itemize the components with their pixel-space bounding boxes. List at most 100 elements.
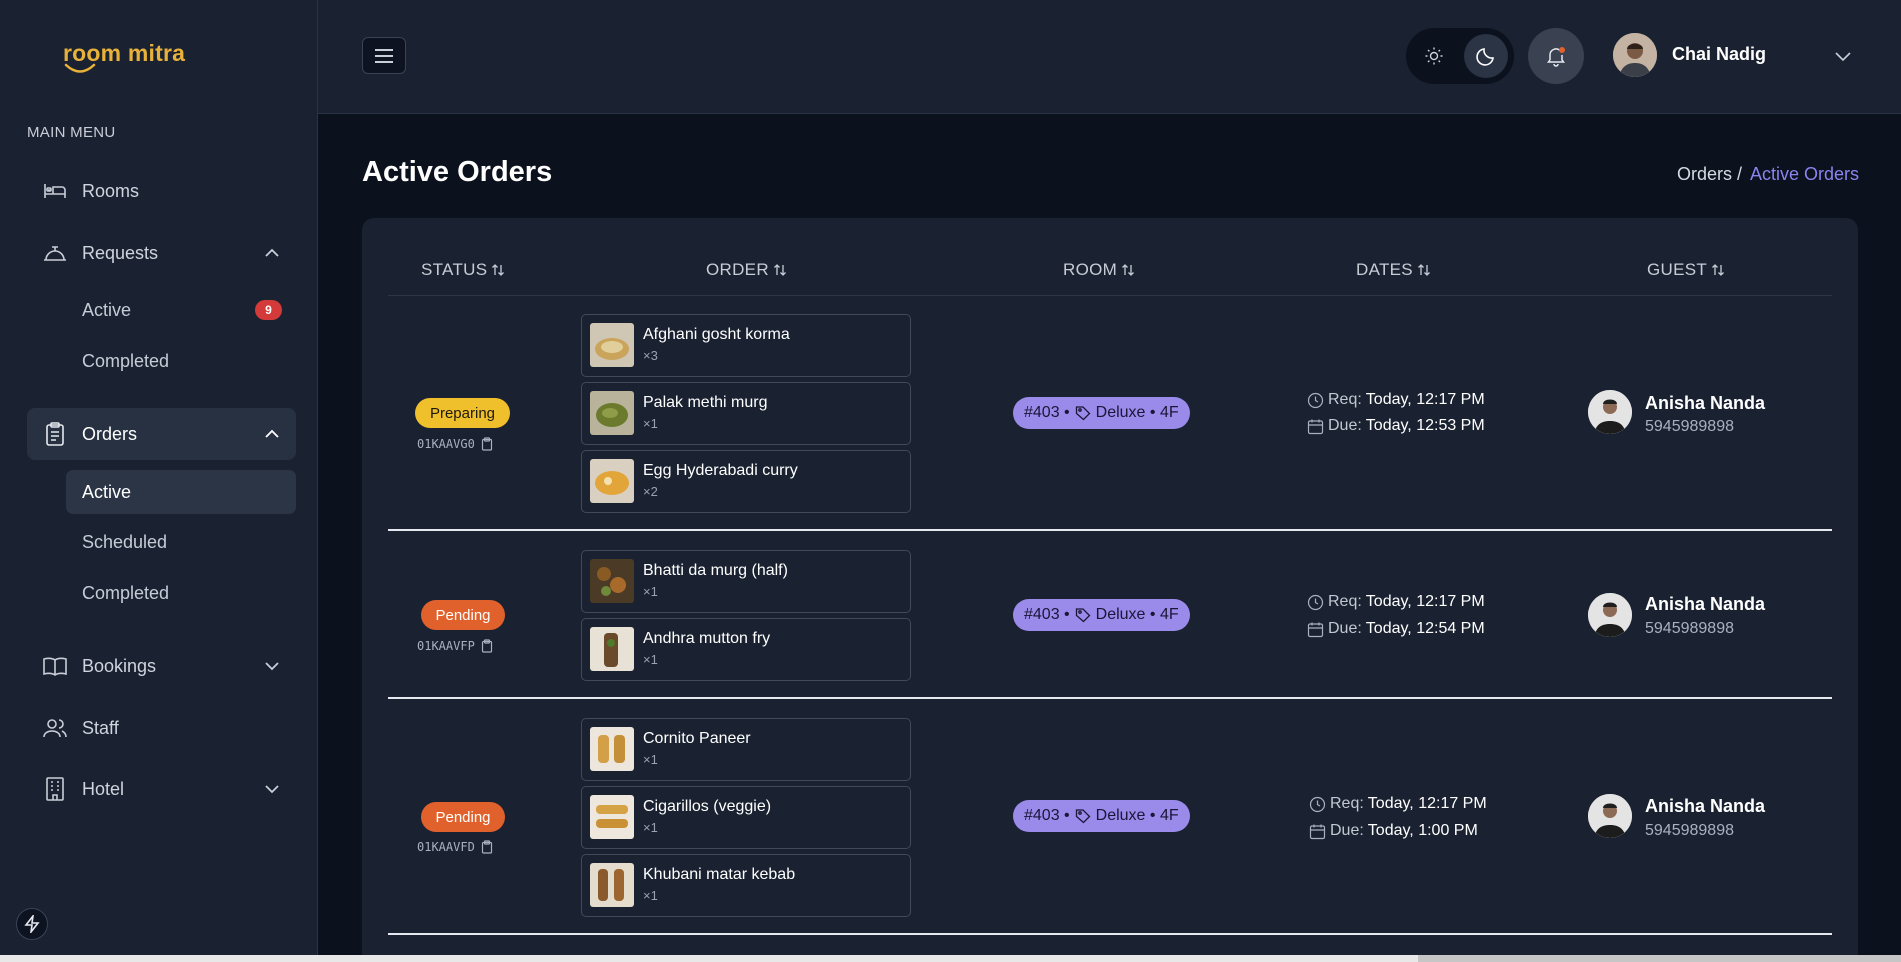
food-thumbnail <box>590 459 634 503</box>
copy-icon[interactable] <box>481 437 493 451</box>
item-name: Cornito Paneer <box>643 730 751 747</box>
scrollbar-thumb[interactable] <box>1418 955 1901 962</box>
room-type: Deluxe • 4F <box>1095 606 1179 623</box>
column-label: ROOM <box>1063 260 1118 279</box>
date-value: Today, 12:17 PM <box>1365 391 1485 408</box>
page-title: Active Orders <box>362 156 553 188</box>
sidebar-item-label: Rooms <box>82 180 140 201</box>
menu-toggle-button[interactable] <box>362 37 406 74</box>
status-badge: Pending <box>421 600 505 630</box>
order-item-card[interactable]: Cornito Paneer ×1 <box>581 718 911 781</box>
chevron-up-icon[interactable] <box>262 424 282 444</box>
users-icon <box>41 714 69 742</box>
chevron-down-icon[interactable] <box>262 656 282 676</box>
sun-icon <box>1425 47 1443 65</box>
sidebar-item-label: Bookings <box>82 655 157 676</box>
sidebar-item-label: Requests <box>82 242 159 263</box>
building-icon <box>41 775 69 803</box>
bell-icon <box>1547 47 1565 67</box>
sidebar-item-label: Hotel <box>82 778 125 799</box>
due-date: Due: Today, 12:53 PM <box>1307 417 1485 435</box>
calendar-icon <box>1307 622 1324 637</box>
column-label: DATES <box>1356 260 1413 279</box>
guest-phone: 5945989898 <box>1645 418 1734 435</box>
item-name: Egg Hyderabadi curry <box>643 462 798 479</box>
sort-icon <box>492 264 505 276</box>
sidebar-subitem-orders-active[interactable]: Active <box>66 470 296 514</box>
sort-icon <box>1712 264 1725 276</box>
room-badge[interactable]: #403 • Deluxe • 4F <box>1013 397 1190 429</box>
top-bar: Chai Nadig <box>318 0 1901 114</box>
copy-icon[interactable] <box>481 639 493 653</box>
hamburger-icon <box>375 48 393 63</box>
room-badge[interactable]: #403 • Deluxe • 4F <box>1013 599 1190 631</box>
date-label: Due: <box>1328 417 1362 434</box>
date-label: Req: <box>1330 795 1364 812</box>
order-code: 01KAAVFP <box>417 639 493 653</box>
sidebar-item-hotel[interactable]: Hotel <box>27 763 296 815</box>
order-item-card[interactable]: Egg Hyderabadi curry ×2 <box>581 450 911 513</box>
requested-date: Req: Today, 12:17 PM <box>1309 795 1487 813</box>
item-name: Andhra mutton fry <box>643 630 771 647</box>
item-name: Cigarillos (veggie) <box>643 798 772 815</box>
sidebar-subitem-orders-completed[interactable]: Completed <box>66 571 296 615</box>
chevron-down-icon[interactable] <box>262 779 282 799</box>
guest-avatar[interactable] <box>1588 794 1632 838</box>
sidebar-subitem-requests-completed[interactable]: Completed <box>66 339 296 383</box>
due-date: Due: Today, 12:54 PM <box>1307 620 1485 638</box>
date-label: Due: <box>1328 620 1362 637</box>
tag-icon <box>1075 608 1091 623</box>
date-label: Due: <box>1330 822 1364 839</box>
order-item-card[interactable]: Cigarillos (veggie) ×1 <box>581 786 911 849</box>
order-item-card[interactable]: Andhra mutton fry ×1 <box>581 618 911 681</box>
sidebar-item-requests[interactable]: Requests <box>27 227 296 279</box>
sidebar-subitem-requests-active[interactable]: Active 9 <box>66 288 296 332</box>
tag-icon <box>1075 809 1091 824</box>
order-code: 01KAAVFD <box>417 840 493 854</box>
column-header-status[interactable]: STATUS <box>421 260 505 280</box>
breadcrumb-orders-link[interactable]: Orders / <box>1677 164 1742 185</box>
notifications-button[interactable] <box>1528 28 1584 84</box>
avatar[interactable] <box>1613 33 1657 77</box>
item-quantity: ×3 <box>643 348 658 363</box>
user-name[interactable]: Chai Nadig <box>1672 44 1766 65</box>
order-item-card[interactable]: Afghani gosht korma ×3 <box>581 314 911 377</box>
sidebar-item-label: Staff <box>82 717 119 738</box>
order-item-card[interactable]: Palak methi murg ×1 <box>581 382 911 445</box>
order-item-card[interactable]: Khubani matar kebab ×1 <box>581 854 911 917</box>
column-header-room[interactable]: ROOM <box>1063 260 1135 280</box>
column-header-order[interactable]: ORDER <box>706 260 787 280</box>
date-value: Today, 12:17 PM <box>1365 593 1485 610</box>
dark-mode-button[interactable] <box>1464 34 1508 78</box>
quick-action-button[interactable] <box>16 908 48 940</box>
order-item-card[interactable]: Bhatti da murg (half) ×1 <box>581 550 911 613</box>
sort-icon <box>1122 264 1135 276</box>
bed-icon <box>41 177 69 205</box>
clock-icon <box>1307 392 1324 408</box>
date-label: Req: <box>1328 391 1362 408</box>
clock-icon <box>1309 796 1326 812</box>
light-mode-button[interactable] <box>1412 34 1456 78</box>
chevron-down-icon[interactable] <box>1832 45 1854 67</box>
moon-icon <box>1476 48 1494 66</box>
room-type: Deluxe • 4F <box>1095 404 1179 421</box>
sidebar-item-staff[interactable]: Staff <box>27 702 296 754</box>
column-header-dates[interactable]: DATES <box>1356 260 1431 280</box>
requested-date: Req: Today, 12:17 PM <box>1307 593 1485 611</box>
guest-avatar[interactable] <box>1588 390 1632 434</box>
sidebar-item-rooms[interactable]: Rooms <box>27 165 296 217</box>
guest-avatar[interactable] <box>1588 593 1632 637</box>
room-type: Deluxe • 4F <box>1095 807 1179 824</box>
copy-icon[interactable] <box>481 840 493 854</box>
sidebar: room mitra MAIN MENU Rooms Requests Acti… <box>0 0 318 962</box>
row-divider <box>388 697 1832 699</box>
header-divider <box>388 295 1832 296</box>
sidebar-item-orders[interactable]: Orders <box>27 408 296 460</box>
item-quantity: ×1 <box>643 584 658 599</box>
chevron-up-icon[interactable] <box>262 243 282 263</box>
sidebar-item-bookings[interactable]: Bookings <box>27 640 296 692</box>
room-badge[interactable]: #403 • Deluxe • 4F <box>1013 800 1190 832</box>
column-header-guest[interactable]: GUEST <box>1647 260 1725 280</box>
order-code-text: 01KAAVFD <box>417 840 475 854</box>
sidebar-subitem-orders-scheduled[interactable]: Scheduled <box>66 520 296 564</box>
